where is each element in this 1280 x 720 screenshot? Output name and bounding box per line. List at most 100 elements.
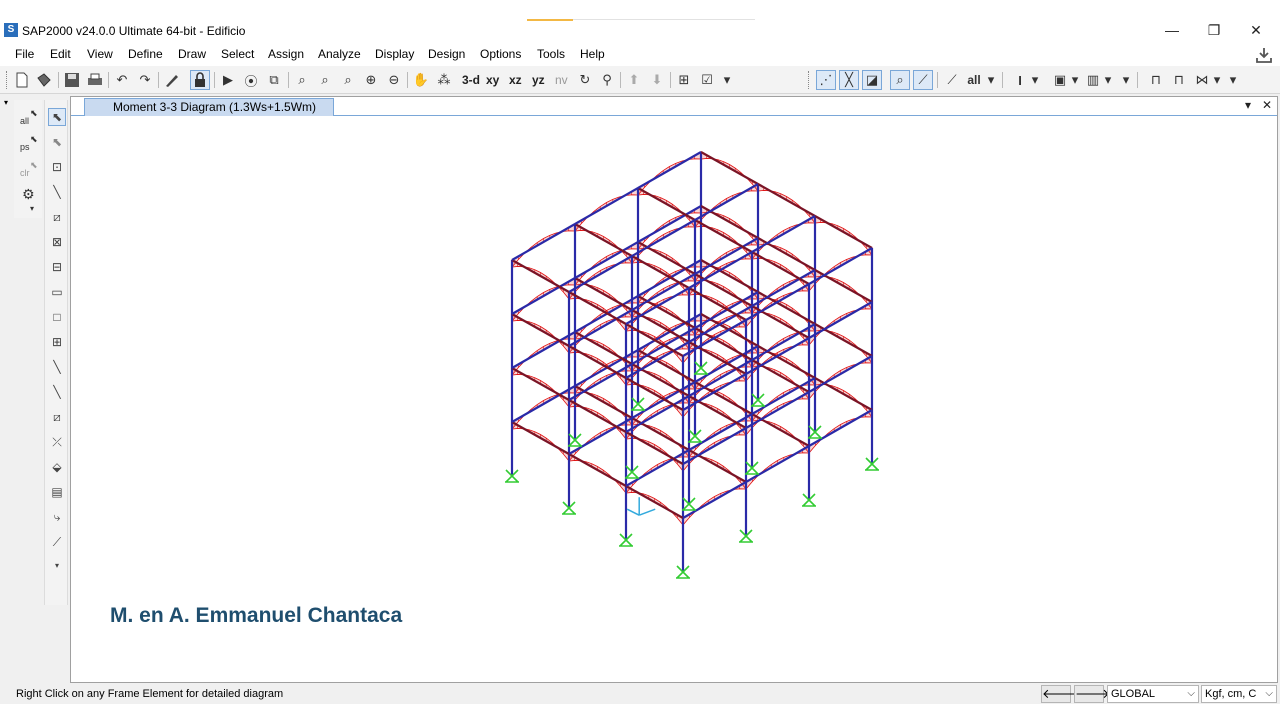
toolbar-dropdown[interactable]: ▾ (48, 556, 66, 574)
menu-view[interactable]: View (87, 47, 113, 61)
quick-draw-solid-icon[interactable]: ▤ (48, 483, 66, 501)
print-icon[interactable] (85, 70, 105, 90)
pan-icon[interactable]: ✋ (411, 70, 431, 90)
snap-intersections-icon[interactable]: ⌕ (890, 70, 910, 90)
frame-load-icon[interactable]: ⋈ (1192, 70, 1212, 90)
draw-joint-icon[interactable]: ⊡ (48, 158, 66, 176)
view-xy-button[interactable]: xy (486, 70, 499, 90)
next-arrow-button[interactable]: 🡒 (1074, 685, 1110, 703)
perspective-icon[interactable]: ⚲ (597, 70, 617, 90)
previous-arrow-button[interactable]: 🡐 (1041, 685, 1077, 703)
toolbar-dropdown[interactable]: ▾ (1028, 70, 1042, 90)
pointer-icon[interactable]: ⬉ (48, 108, 66, 126)
toolbar-dropdown[interactable]: ▾ (1210, 70, 1224, 90)
tab-moment-diagram[interactable]: Moment 3-3 Diagram (1.3Ws+1.5Wm) (84, 98, 334, 116)
move-up-icon[interactable]: ⬆ (624, 70, 644, 90)
menu-tools[interactable]: Tools (537, 47, 565, 61)
menu-assign[interactable]: Assign (268, 47, 304, 61)
reshaper-icon[interactable]: ⬉ (48, 133, 66, 151)
sap2000-app-icon[interactable]: S (4, 23, 18, 37)
area-section-icon[interactable]: ▣ (1050, 70, 1070, 90)
menu-edit[interactable]: Edit (50, 47, 71, 61)
toolbar-dropdown[interactable]: ▾ (984, 70, 998, 90)
snap-lines-icon[interactable]: ╳ (839, 70, 859, 90)
quick-draw-secondary-icon[interactable]: ⊟ (48, 258, 66, 276)
select-all-button[interactable]: all ⬉ (18, 108, 38, 128)
frame-joints-icon[interactable]: ⊓ (1169, 70, 1189, 90)
show-tables-icon[interactable]: ⧉ (264, 70, 284, 90)
zoom-fit-icon[interactable]: ⌕ (315, 70, 335, 90)
snap-edges-icon[interactable]: ◪ (862, 70, 882, 90)
run-analysis-icon[interactable]: ⦿ (241, 70, 261, 90)
toolbar-grip[interactable] (808, 71, 811, 89)
toolbar-dropdown[interactable]: ▾ (1226, 70, 1240, 90)
panel-dropdown[interactable]: ▾ (4, 98, 8, 107)
restore-button[interactable]: ❐ (1192, 18, 1236, 42)
zoom-out-icon[interactable]: ⊖ (384, 70, 404, 90)
draw-frame-icon[interactable]: ╲ (48, 183, 66, 201)
snap-points-icon[interactable]: ⋰ (816, 70, 836, 90)
draw-solid-icon[interactable]: ⬙ (48, 458, 66, 476)
quick-draw-link-icon[interactable]: ╲ (48, 383, 66, 401)
assign-releases-icon[interactable]: ▥ (1083, 70, 1103, 90)
snap-perpendicular-icon[interactable]: ⟋ (913, 70, 933, 90)
menu-file[interactable]: File (15, 47, 34, 61)
run-icon[interactable]: ▶ (218, 70, 238, 90)
minimize-button[interactable]: — (1150, 18, 1194, 42)
close-button[interactable]: ✕ (1234, 18, 1278, 42)
rotate-3d-icon[interactable]: ↻ (575, 70, 595, 90)
view-xz-button[interactable]: xz (509, 70, 522, 90)
units-select[interactable]: Kgf, cm, C ⌵ (1201, 685, 1277, 703)
select-intersecting-icon[interactable]: ⟋ (942, 70, 962, 90)
quick-draw-area-icon[interactable]: ⊞ (48, 333, 66, 351)
draw-link-icon[interactable]: ╲ (48, 358, 66, 376)
draw-rect-area-icon[interactable]: □ (48, 308, 66, 326)
quick-draw-tendon-icon[interactable]: ⤫ (48, 433, 66, 451)
menu-design[interactable]: Design (428, 47, 465, 61)
zoom-window-icon[interactable]: ⌕ (292, 70, 312, 90)
draw-section-cut-icon[interactable]: ⤷ (48, 508, 66, 526)
menu-display[interactable]: Display (375, 47, 414, 61)
toolbar-grip[interactable] (6, 71, 9, 89)
undo-icon[interactable]: ↶ (112, 70, 132, 90)
save-icon[interactable] (62, 70, 82, 90)
draw-dimension-icon[interactable]: ⟋ (48, 533, 66, 551)
frame-template-icon[interactable]: ⊓ (1146, 70, 1166, 90)
redo-icon[interactable]: ↷ (135, 70, 155, 90)
display-options-icon[interactable]: ⊞ (674, 70, 694, 90)
select-using-tables-icon[interactable]: ⚙ (18, 184, 38, 204)
menu-analyze[interactable]: Analyze (318, 47, 361, 61)
open-icon[interactable] (34, 70, 54, 90)
view-nv-button[interactable]: nv (555, 70, 568, 90)
menu-help[interactable]: Help (580, 47, 605, 61)
view-3d-button[interactable]: 3-d (462, 70, 480, 90)
view-yz-button[interactable]: yz (532, 70, 545, 90)
move-down-icon[interactable]: ⬇ (647, 70, 667, 90)
rubber-band-icon[interactable]: ⁂ (434, 70, 454, 90)
tab-list-dropdown[interactable]: ▾ (1245, 98, 1251, 112)
menu-select[interactable]: Select (221, 47, 254, 61)
zoom-previous-icon[interactable]: ⌕ (338, 70, 358, 90)
lock-icon[interactable] (190, 70, 210, 90)
zoom-in-icon[interactable]: ⊕ (361, 70, 381, 90)
quick-draw-frame-icon[interactable]: ⧄ (48, 208, 66, 226)
toolbar-dropdown[interactable]: ▾ (720, 70, 734, 90)
new-model-icon[interactable] (12, 70, 32, 90)
pencil-icon[interactable] (162, 70, 182, 90)
quick-draw-braces-icon[interactable]: ⊠ (48, 233, 66, 251)
download-icon[interactable] (1255, 46, 1273, 64)
menu-define[interactable]: Define (128, 47, 163, 61)
coordinate-system-select[interactable]: GLOBAL ⌵ (1107, 685, 1199, 703)
toolbar-dropdown[interactable]: ▾ (18, 204, 38, 224)
toolbar-dropdown[interactable]: ▾ (1101, 70, 1115, 90)
select-all-icon[interactable]: all (964, 70, 984, 90)
select-previous-button[interactable]: ps ⬉ (18, 134, 38, 154)
draw-poly-area-icon[interactable]: ▭ (48, 283, 66, 301)
toolbar-dropdown[interactable]: ▾ (1119, 70, 1133, 90)
structure-3d-view[interactable] (71, 117, 1277, 682)
clear-selection-button[interactable]: clr ⬉ (18, 160, 38, 180)
draw-tendon-icon[interactable]: ⧄ (48, 408, 66, 426)
frame-section-icon[interactable]: I (1010, 70, 1030, 90)
menu-draw[interactable]: Draw (178, 47, 206, 61)
toolbar-dropdown[interactable]: ▾ (1068, 70, 1082, 90)
